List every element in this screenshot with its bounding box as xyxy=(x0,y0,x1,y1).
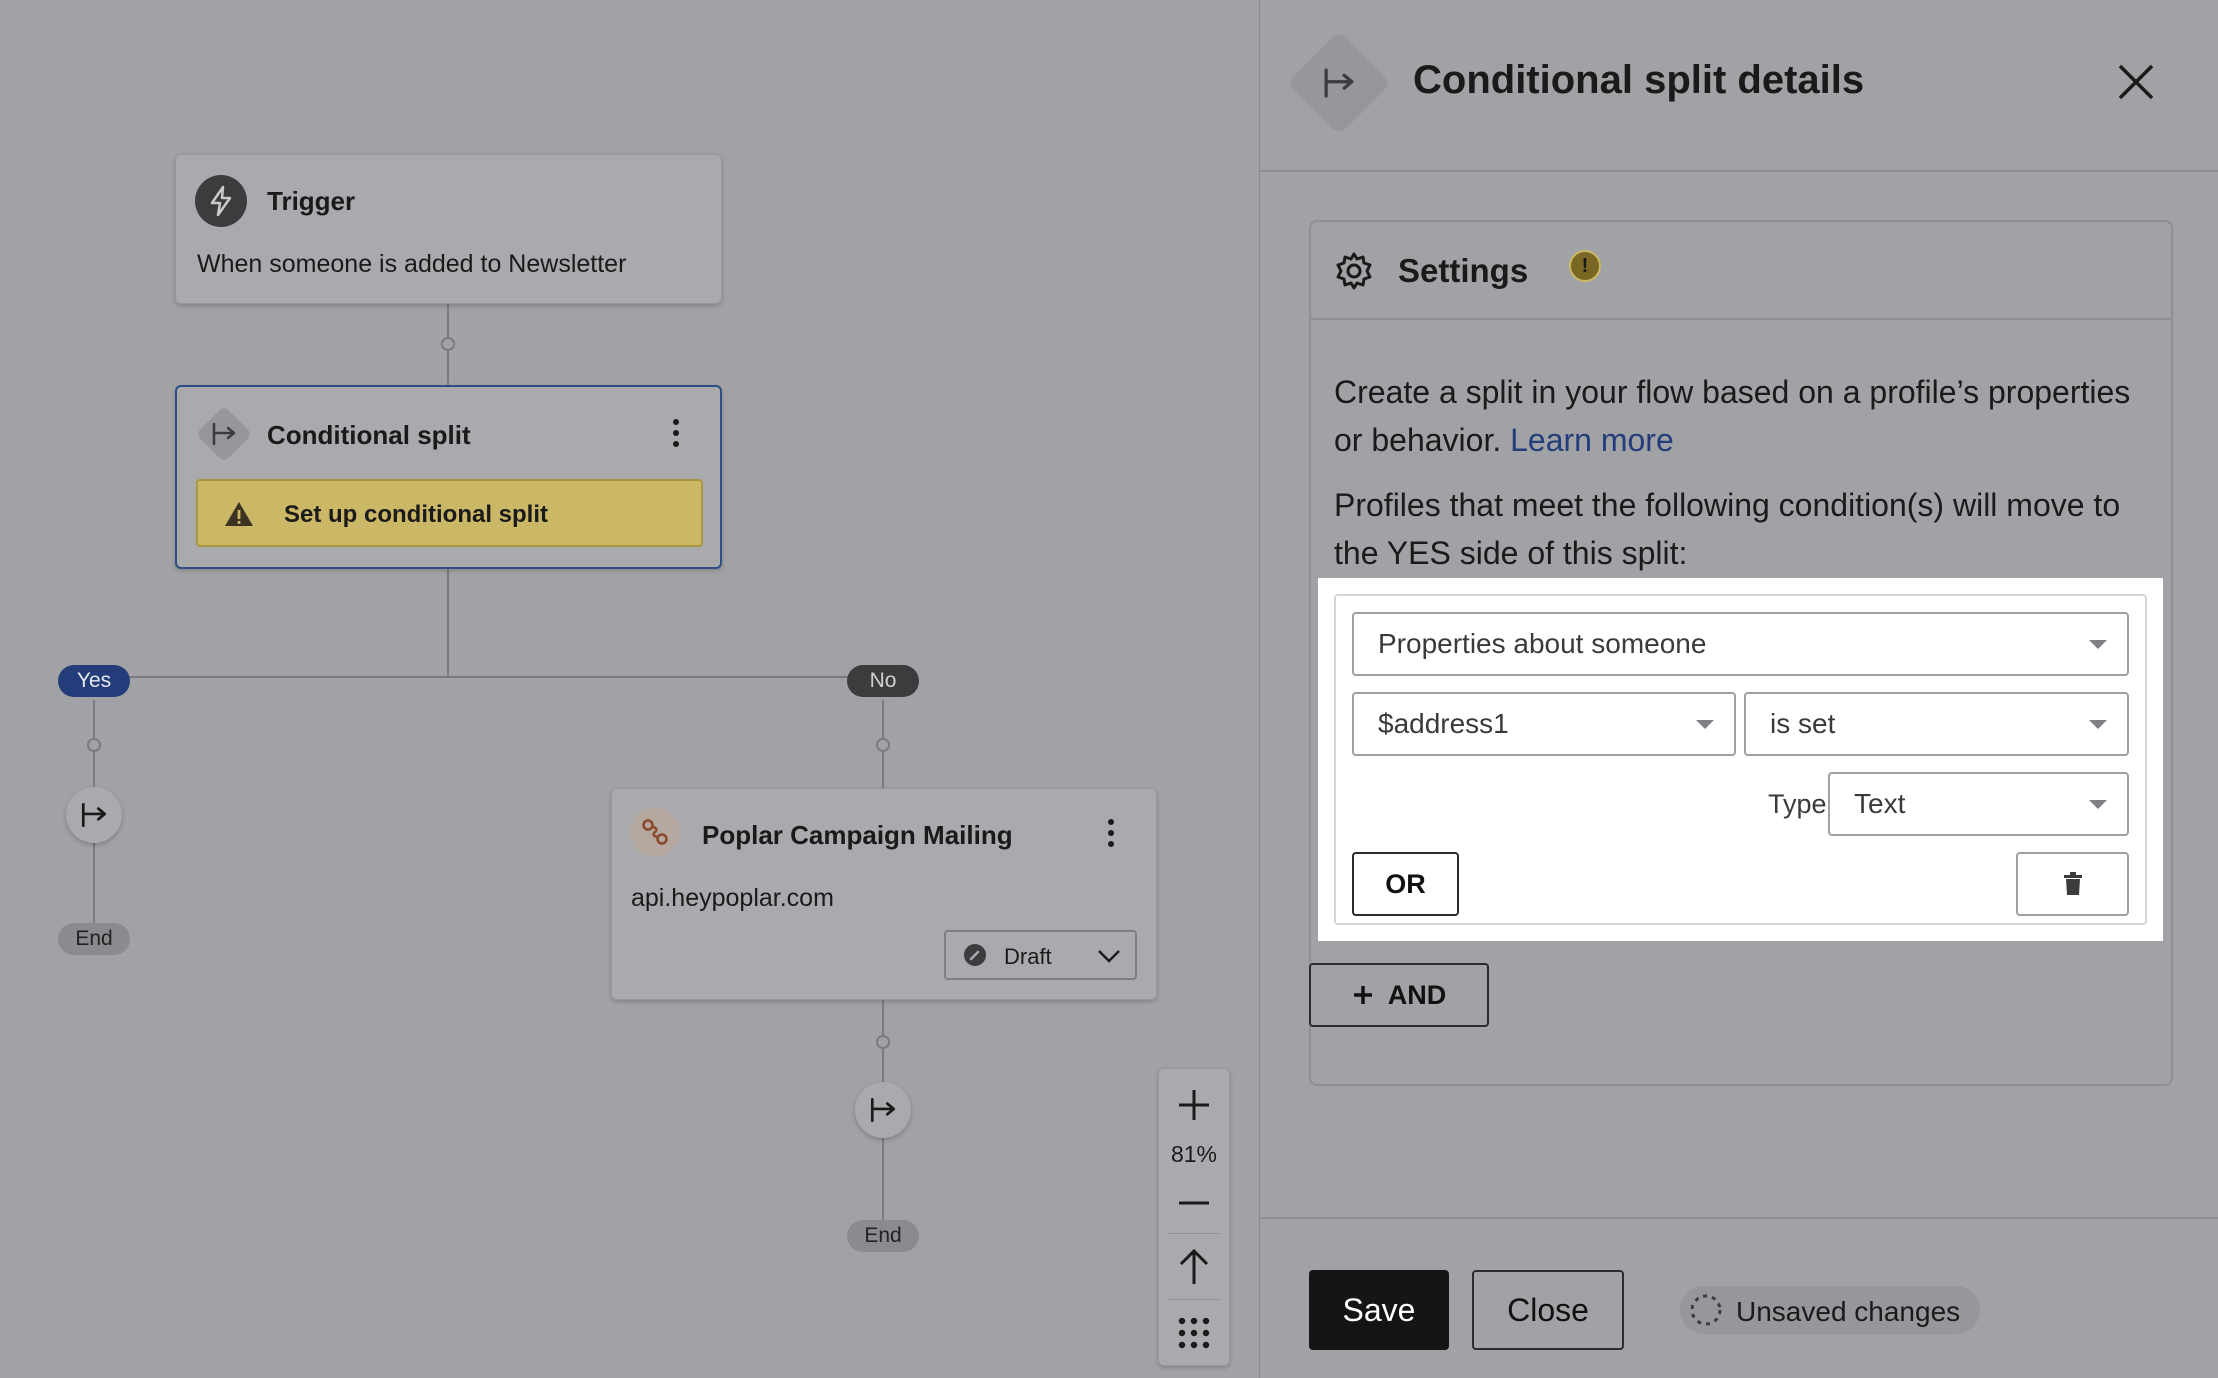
webhook-menu-button[interactable] xyxy=(1096,815,1126,851)
divider xyxy=(1169,1233,1219,1234)
caret-down-icon xyxy=(2089,720,2107,729)
scroll-to-top-button[interactable] xyxy=(1159,1239,1229,1295)
operator-select[interactable]: is set xyxy=(1744,692,2129,756)
lightning-icon xyxy=(195,175,247,227)
condition-group: Properties about someone $address1 is se… xyxy=(1334,594,2147,925)
caret-down-icon xyxy=(1696,720,1714,729)
webhook-title: Poplar Campaign Mailing xyxy=(702,820,1013,850)
panel-footer: Save Close Unsaved changes xyxy=(1260,1217,2218,1378)
panel-title: Conditional split details xyxy=(1413,58,1865,102)
add-and-condition-button[interactable]: AND xyxy=(1309,963,1489,1027)
flow-canvas[interactable]: Trigger When someone is added to Newslet… xyxy=(0,0,1259,1378)
conditional-split-card[interactable]: Conditional split Set up conditional spl… xyxy=(175,385,722,569)
webhook-icon xyxy=(630,807,680,857)
zoom-controls: 81% xyxy=(1158,1068,1230,1366)
grid-dots-icon xyxy=(1178,1317,1210,1349)
no-branch-split-node[interactable] xyxy=(855,1082,911,1138)
webhook-card[interactable]: Poplar Campaign Mailing api.heypoplar.co… xyxy=(611,788,1157,1000)
setup-warning-banner[interactable]: Set up conditional split xyxy=(196,479,703,547)
trigger-card[interactable]: Trigger When someone is added to Newslet… xyxy=(175,154,722,304)
connector-line xyxy=(447,568,449,678)
chevron-down-icon xyxy=(1098,950,1120,963)
trigger-title: Trigger xyxy=(267,186,356,216)
status-dropdown[interactable]: Draft xyxy=(944,930,1137,980)
type-select[interactable]: Text xyxy=(1828,772,2129,836)
save-button[interactable]: Save xyxy=(1309,1270,1449,1350)
condition-intro: Profiles that meet the following conditi… xyxy=(1334,487,2121,571)
split-icon xyxy=(195,405,253,463)
settings-description-text: Create a split in your flow based on a p… xyxy=(1334,374,2131,458)
connector-dot xyxy=(87,738,101,752)
draft-status-icon xyxy=(964,944,986,966)
no-end-label: End xyxy=(847,1220,919,1252)
warning-badge-icon: ! xyxy=(1569,250,1601,282)
learn-more-link[interactable]: Learn more xyxy=(1510,422,1674,458)
operator-value: is set xyxy=(1770,708,1836,739)
spinner-icon xyxy=(1690,1294,1722,1326)
gear-icon xyxy=(1336,252,1372,290)
branch-line xyxy=(94,676,884,678)
settings-header: Settings ! xyxy=(1311,222,2171,320)
settings-heading: Settings xyxy=(1398,252,1529,289)
no-branch-label: No xyxy=(847,665,919,697)
plus-icon xyxy=(1179,1090,1209,1120)
condition-group-value: Properties about someone xyxy=(1378,628,1707,659)
panel-header: Conditional split details xyxy=(1260,0,2218,172)
yes-branch-label: Yes xyxy=(58,665,130,697)
caret-down-icon xyxy=(2089,800,2107,809)
type-label: Type: xyxy=(1767,788,1834,819)
unsaved-changes-indicator: Unsaved changes xyxy=(1680,1286,1980,1334)
split-icon xyxy=(870,1097,896,1123)
zoom-level: 81% xyxy=(1170,1141,1218,1167)
settings-description: Create a split in your flow based on a p… xyxy=(1334,368,2164,464)
yes-end-label: End xyxy=(58,923,130,955)
warning-text: Set up conditional split xyxy=(284,501,548,528)
split-icon xyxy=(81,802,107,828)
status-value: Draft xyxy=(1004,944,1052,969)
connector-dot xyxy=(876,1035,890,1049)
minimap-button[interactable] xyxy=(1159,1305,1229,1361)
minus-icon xyxy=(1179,1201,1209,1205)
and-label: AND xyxy=(1387,979,1447,1010)
connector-dot xyxy=(876,738,890,752)
warning-icon xyxy=(225,502,253,526)
delete-condition-button[interactable] xyxy=(2016,852,2129,916)
connector-dot xyxy=(441,337,455,351)
plus-icon xyxy=(1353,986,1372,1004)
arrow-up-icon xyxy=(1179,1248,1209,1284)
divider xyxy=(1169,1299,1219,1300)
trash-icon xyxy=(2063,872,2082,895)
split-title: Conditional split xyxy=(267,420,471,450)
property-value: $address1 xyxy=(1378,708,1509,739)
zoom-in-button[interactable] xyxy=(1159,1077,1229,1133)
yes-branch-split-node[interactable] xyxy=(66,787,122,843)
unsaved-changes-text: Unsaved changes xyxy=(1736,1296,1961,1327)
close-button[interactable]: Close xyxy=(1472,1270,1624,1350)
close-panel-button[interactable] xyxy=(2110,56,2162,108)
trigger-description: When someone is added to Newsletter xyxy=(197,250,627,278)
zoom-out-button[interactable] xyxy=(1159,1175,1229,1231)
split-icon xyxy=(1286,30,1392,136)
close-icon xyxy=(2118,64,2154,100)
webhook-url: api.heypoplar.com xyxy=(631,884,834,912)
caret-down-icon xyxy=(2089,640,2107,649)
split-menu-button[interactable] xyxy=(661,415,691,451)
condition-block: Properties about someone $address1 is se… xyxy=(1318,578,2163,941)
condition-group-select[interactable]: Properties about someone xyxy=(1352,612,2129,676)
property-select[interactable]: $address1 xyxy=(1352,692,1736,756)
add-or-condition-button[interactable]: OR xyxy=(1352,852,1459,916)
type-value: Text xyxy=(1854,788,1906,819)
